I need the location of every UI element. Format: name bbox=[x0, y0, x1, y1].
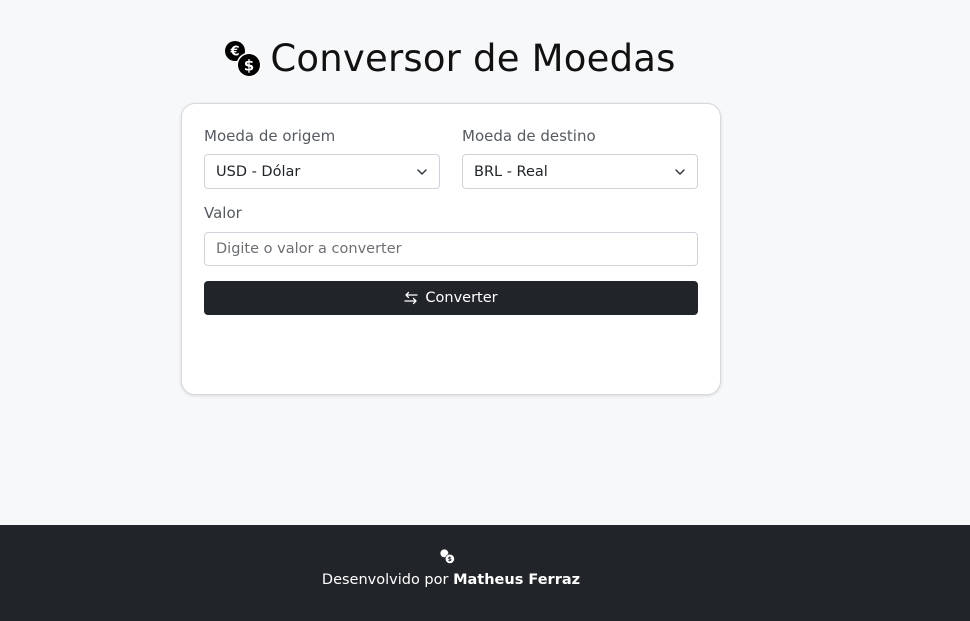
destination-currency-label: Moeda de destino bbox=[462, 127, 596, 145]
header: € $ Conversor de Moedas bbox=[0, 38, 900, 80]
coins-icon: € $ bbox=[225, 41, 262, 78]
page-title: Conversor de Moedas bbox=[270, 37, 676, 80]
footer-prefix: Desenvolvido por bbox=[321, 572, 454, 588]
coins-icon: $ bbox=[440, 549, 455, 564]
footer-author: Matheus Ferraz bbox=[453, 572, 581, 588]
origin-currency-select[interactable]: USD - Dólar bbox=[204, 154, 440, 189]
svg-text:€: € bbox=[230, 45, 240, 60]
chevron-down-icon bbox=[675, 168, 685, 175]
origin-currency-value: USD - Dólar bbox=[216, 163, 301, 180]
svg-text:$: $ bbox=[448, 557, 452, 563]
chevron-down-icon bbox=[417, 168, 427, 175]
converter-card: Moeda de origem USD - Dólar Moeda de des… bbox=[181, 103, 721, 395]
swap-arrows-icon bbox=[404, 291, 419, 305]
svg-text:$: $ bbox=[244, 57, 254, 75]
amount-input[interactable] bbox=[204, 232, 698, 266]
convert-button[interactable]: Converter bbox=[204, 281, 698, 315]
destination-currency-value: BRL - Real bbox=[474, 163, 548, 180]
footer: $ Desenvolvido por Matheus Ferraz bbox=[0, 525, 970, 621]
page: € $ Conversor de Moedas Moeda de origem … bbox=[0, 0, 970, 621]
amount-label: Valor bbox=[204, 204, 242, 222]
convert-button-label: Converter bbox=[425, 290, 498, 306]
destination-currency-select[interactable]: BRL - Real bbox=[462, 154, 698, 189]
origin-currency-label: Moeda de origem bbox=[204, 127, 336, 145]
footer-credit: Desenvolvido por Matheus Ferraz bbox=[0, 572, 902, 588]
